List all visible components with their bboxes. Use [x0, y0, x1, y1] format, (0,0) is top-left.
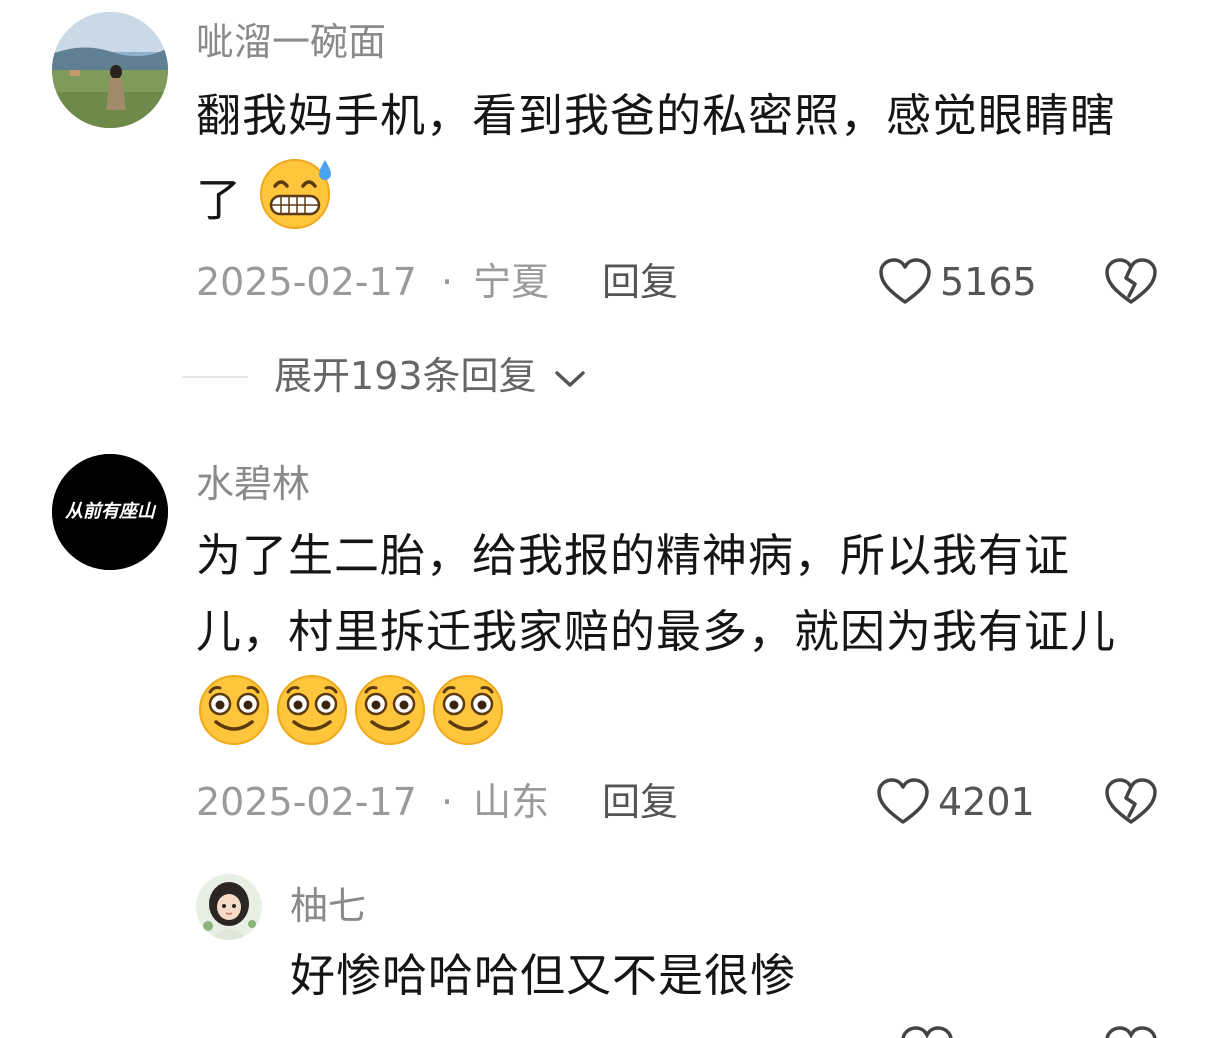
- heart-icon: [879, 258, 931, 304]
- avatar-text: 从前有座山: [65, 501, 155, 522]
- comment-text-line: 翻我妈手机，看到我爸的私密照，感觉眼睛瞎: [196, 89, 1117, 142]
- comment-date: 2025-02-17: [196, 260, 417, 304]
- emoji-row: [196, 672, 1186, 752]
- comment-meta: 2025-02-17 · 宁夏: [196, 260, 549, 304]
- comment-text-fragment: 了: [196, 173, 243, 227]
- avatar[interactable]: 从前有座山: [52, 454, 168, 570]
- comment-text-line: 为了生二胎，给我报的精神病，所以我有证: [196, 529, 1071, 582]
- reply-text: 好惨哈哈哈但又不是很惨: [290, 949, 797, 1002]
- username[interactable]: 柚七: [290, 884, 366, 928]
- heart-icon: [877, 778, 929, 824]
- avatar-photo-icon: [52, 12, 168, 128]
- dislike-button[interactable]: [1104, 256, 1158, 308]
- username[interactable]: 呲溜一碗面: [196, 20, 386, 64]
- like-count: 5165: [940, 260, 1037, 304]
- comment-meta: 2025-02-17 · 山东: [196, 780, 549, 824]
- comment-location: 山东: [473, 780, 550, 824]
- avatar[interactable]: [196, 874, 262, 940]
- username[interactable]: 水碧林: [196, 462, 310, 506]
- like-button[interactable]: 4201: [876, 776, 1036, 828]
- reply-button[interactable]: 回复: [602, 260, 678, 304]
- comment-text-line: 了: [196, 154, 1186, 253]
- meta-separator: ·: [440, 260, 454, 304]
- expand-replies-button[interactable]: 展开193条回复: [274, 354, 587, 398]
- meta-separator: ·: [440, 780, 454, 824]
- divider: [182, 376, 248, 378]
- like-count: 4201: [938, 780, 1035, 824]
- comment-text: 为了生二胎，给我报的精神病，所以我有证 儿，村里拆迁我家赔的最多，就因为我有证儿: [196, 518, 1186, 752]
- dislike-button[interactable]: [1104, 776, 1158, 828]
- expand-replies-label: 展开193条回复: [274, 354, 537, 398]
- grin-sweat-emoji-icon: [257, 154, 337, 253]
- like-button[interactable]: [900, 1026, 954, 1038]
- comment-text-line: 儿，村里拆迁我家赔的最多，就因为我有证儿: [196, 605, 1117, 658]
- comment-text: 翻我妈手机，看到我爸的私密照，感觉眼睛瞎 了: [196, 78, 1186, 253]
- like-button[interactable]: 5165: [878, 256, 1038, 308]
- avatar-illustration-icon: [196, 874, 262, 940]
- heart-icon: [901, 1026, 953, 1038]
- smile-emoji-icon: [196, 672, 274, 769]
- smile-emoji-icon: [352, 672, 430, 769]
- comment-location: 宁夏: [473, 260, 550, 304]
- broken-heart-icon: [1105, 1026, 1157, 1038]
- comment-date: 2025-02-17: [196, 780, 417, 824]
- avatar[interactable]: [52, 12, 168, 128]
- broken-heart-icon: [1105, 258, 1157, 304]
- smile-emoji-icon: [274, 672, 352, 769]
- smile-emoji-icon: [430, 672, 508, 769]
- chevron-down-icon: [554, 370, 585, 387]
- reply-button[interactable]: 回复: [602, 780, 678, 824]
- dislike-button[interactable]: [1104, 1026, 1158, 1038]
- broken-heart-icon: [1105, 778, 1157, 824]
